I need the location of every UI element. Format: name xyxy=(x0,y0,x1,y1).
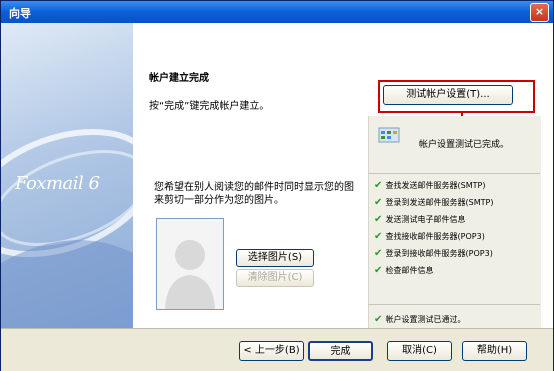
wizard-window: 向导 × Foxmail 6 帐户建立完成 按“完成”键完成帐户建立。 您希望在… xyxy=(0,0,554,371)
clear-picture-button[interactable]: 清除图片(C) xyxy=(236,269,314,287)
picture-note-line2: 来剪切一部分作为您的图片。 xyxy=(154,195,284,206)
picture-note: 您希望在别人阅读您的邮件时同时显示您的图 来剪切一部分作为您的图片。 xyxy=(154,181,366,207)
list-item: ✔ 检查邮件信息 xyxy=(374,265,434,276)
test-result: ✔ 帐户设置测试已通过。 xyxy=(374,314,466,325)
test-account-settings-button[interactable]: 测试帐户设置(T)... xyxy=(383,85,513,105)
page-title: 帐户建立完成 xyxy=(149,73,209,84)
wizard-content: Foxmail 6 帐户建立完成 按“完成”键完成帐户建立。 您希望在别人阅读您… xyxy=(1,23,553,329)
wizard-footer: < 上一步(B) 完成 取消(C) 帮助(H) xyxy=(1,328,553,371)
list-item: ✔ 登录到接收邮件服务器(POP3) xyxy=(374,248,493,259)
list-item: ✔ 登录到发送邮件服务器(SMTP) xyxy=(374,197,494,208)
test-settings-icon xyxy=(378,127,400,143)
avatar-placeholder-icon xyxy=(157,219,223,309)
check-icon: ✔ xyxy=(374,248,383,259)
panel-divider-bottom xyxy=(368,304,540,305)
panel-divider-top xyxy=(368,173,540,174)
cancel-button[interactable]: 取消(C) xyxy=(387,341,452,361)
list-item: ✔ 查找发送邮件服务器(SMTP) xyxy=(374,180,486,191)
foxmail-logo: Foxmail 6 xyxy=(15,173,100,194)
help-button[interactable]: 帮助(H) xyxy=(462,341,527,361)
close-icon[interactable]: × xyxy=(530,3,549,22)
check-icon: ✔ xyxy=(374,231,383,242)
title-bar[interactable]: 向导 × xyxy=(1,1,553,23)
back-button[interactable]: < 上一步(B) xyxy=(239,341,304,361)
check-icon: ✔ xyxy=(374,197,383,208)
select-picture-button[interactable]: 选择图片(S) xyxy=(236,249,314,267)
check-icon: ✔ xyxy=(374,265,383,276)
check-icon: ✔ xyxy=(374,314,383,325)
finish-button[interactable]: 完成 xyxy=(308,341,373,361)
avatar-picture-box xyxy=(156,218,224,310)
check-icon: ✔ xyxy=(374,180,383,191)
picture-note-line1: 您希望在别人阅读您的邮件时同时显示您的图 xyxy=(154,182,354,193)
list-item: ✔ 查找接收邮件服务器(POP3) xyxy=(374,231,485,242)
instruction-text: 按“完成”键完成帐户建立。 xyxy=(149,101,270,112)
window-title: 向导 xyxy=(9,7,31,20)
wizard-sidebar-banner: Foxmail 6 xyxy=(1,23,133,328)
list-item: ✔ 发送测试电子邮件信息 xyxy=(374,214,466,225)
test-status-heading: 帐户设置测试已完成。 xyxy=(419,140,510,150)
check-icon: ✔ xyxy=(374,214,383,225)
